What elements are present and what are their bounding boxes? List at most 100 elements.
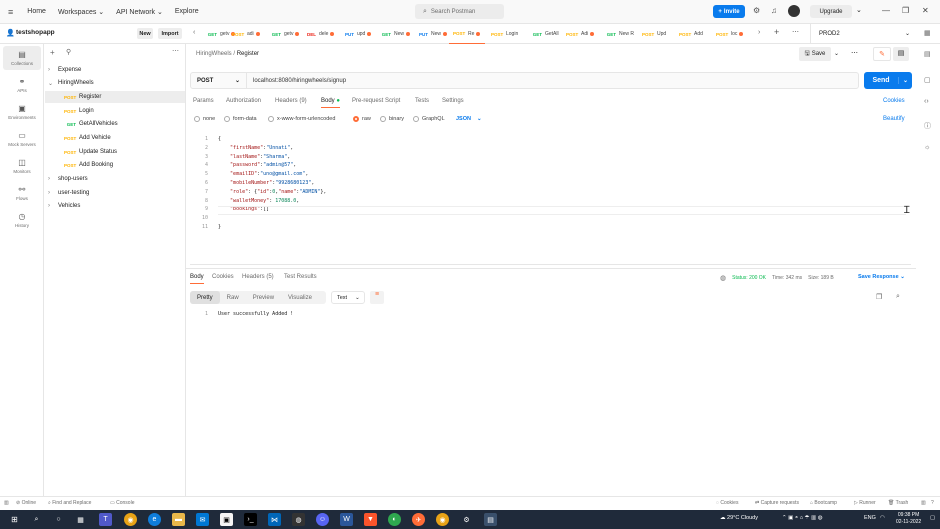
find-replace[interactable]: ⌕ Find and Replace [48, 500, 91, 506]
nav-workspaces[interactable]: Workspaces ⌄ [58, 8, 104, 16]
trash[interactable]: 🗑 Trash [888, 500, 908, 506]
request-register[interactable]: POST Register [45, 91, 185, 103]
radio-urlencoded[interactable]: x-www-form-urlencoded [268, 116, 335, 122]
rail-mock-servers[interactable]: ▭ Mock Servers [3, 127, 41, 151]
chevron-left-icon[interactable]: ‹ [193, 29, 195, 36]
view-pretty[interactable]: Pretty [190, 291, 220, 304]
chevron-down-icon[interactable]: ⌄ [834, 50, 839, 57]
response-format-select[interactable]: Text ⌄ [331, 291, 365, 304]
request-update-status[interactable]: POST Update Status [64, 146, 117, 158]
save-response-button[interactable]: Save Response ⌄ [858, 274, 905, 280]
cortana-icon[interactable]: ○ [52, 513, 65, 526]
vscode-icon[interactable]: ⋈ [268, 513, 281, 526]
tab-authorization[interactable]: Authorization [226, 98, 261, 108]
bulb-icon[interactable]: ☼ [924, 144, 930, 151]
comments-icon[interactable]: ▢ [924, 76, 931, 84]
sidebar-toggle-icon[interactable]: ▥ [4, 500, 9, 506]
wrap-lines-icon[interactable]: ≡ [370, 291, 384, 304]
weather-widget[interactable]: ☁ 29°C Cloudy [720, 515, 758, 521]
radio-graphql[interactable]: GraphQL [413, 116, 445, 122]
more-icon[interactable]: ⋯ [851, 49, 858, 57]
tab-11[interactable]: GET New R [600, 24, 634, 44]
tab-5[interactable]: GET New [375, 24, 411, 44]
statusbar-cookies[interactable]: ◌ Cookies [716, 500, 738, 506]
rail-monitors[interactable]: ◫ Monitors [3, 154, 41, 178]
tab-settings[interactable]: Settings [442, 98, 464, 108]
teams-icon[interactable]: T [99, 513, 112, 526]
postman-icon[interactable]: ✈ [412, 513, 425, 526]
nav-home[interactable]: Home [27, 8, 46, 15]
tab-1[interactable]: POST adi [228, 24, 260, 44]
chrome-icon[interactable]: ◉ [124, 513, 137, 526]
new-button[interactable]: New [137, 28, 153, 39]
tab-7-active[interactable]: POST Re [449, 24, 485, 44]
help-icon[interactable]: ? [931, 500, 934, 506]
save-button[interactable]: 🖫 Save [799, 47, 831, 61]
taskbar-search-icon[interactable]: ⌕ [30, 513, 43, 526]
search-icon[interactable]: ⌕ [896, 293, 900, 301]
runner[interactable]: ▷ Runner [854, 500, 876, 506]
windows-start-icon[interactable]: ⊞ [8, 513, 21, 526]
app-icon[interactable]: ◍ [292, 513, 305, 526]
collection-shop-users[interactable]: › shop-users [48, 173, 88, 185]
notification-icon[interactable]: ▢ [930, 515, 935, 521]
tab-params[interactable]: Params [193, 98, 214, 108]
environment-quicklook-icon[interactable]: ▦ [924, 29, 931, 37]
request-add-vehicle[interactable]: POST Add Vehicle [64, 132, 111, 144]
chevron-right-icon[interactable]: › [758, 29, 760, 36]
code-icon[interactable]: ‹› [924, 98, 929, 105]
brave-icon[interactable]: ▼ [364, 513, 377, 526]
radio-raw[interactable]: raw [353, 116, 371, 122]
rail-apis[interactable]: ⚭ APIs [3, 73, 41, 97]
discord-icon[interactable]: ☺ [316, 513, 329, 526]
request-login[interactable]: POST Login [64, 105, 94, 117]
rail-history[interactable]: ◷ History [3, 208, 41, 232]
documentation-icon[interactable]: ▤ [924, 50, 931, 58]
maximize-icon[interactable]: ❐ [902, 6, 909, 15]
tab-6[interactable]: PUT New [412, 24, 448, 44]
view-preview[interactable]: Preview [246, 291, 281, 304]
task-view-icon[interactable]: ▦ [74, 513, 87, 526]
menu-icon[interactable]: ≡ [8, 7, 13, 17]
breadcrumb-current[interactable]: Register [237, 51, 259, 57]
tab-9[interactable]: GET GetAll [526, 24, 559, 44]
upgrade-button[interactable]: Upgrade [810, 5, 852, 18]
capture-requests[interactable]: ⇄ Capture requests [755, 500, 799, 506]
settings-icon[interactable]: ⚙ [460, 513, 473, 526]
url-input[interactable]: localhost:8080/hiringwheels/signup [247, 78, 346, 84]
close-icon[interactable]: ✕ [922, 6, 929, 15]
store-icon[interactable]: ▣ [220, 513, 233, 526]
method-select[interactable]: POST ⌄ [191, 73, 247, 88]
online-status[interactable]: ⊘ Online [16, 500, 36, 506]
nav-api-network[interactable]: API Network ⌄ [116, 8, 163, 16]
bootcamp[interactable]: ⌂ Bootcamp [810, 500, 837, 506]
terminal-icon[interactable]: ›_ [244, 513, 257, 526]
radio-form-data[interactable]: form-data [224, 116, 257, 122]
request-add-booking[interactable]: POST Add Booking [64, 159, 113, 171]
doc-view-icon[interactable]: ▤ [893, 47, 909, 61]
collection-expense[interactable]: › Expense [48, 64, 81, 76]
nav-explore[interactable]: Explore [175, 8, 199, 15]
collection-hiringwheels[interactable]: ⌄ HiringWheels [48, 77, 94, 89]
chevron-down-icon[interactable]: ⌄ [898, 77, 912, 84]
resp-tab-cookies[interactable]: Cookies [212, 274, 234, 284]
copy-icon[interactable]: ❐ [876, 293, 882, 301]
avatar[interactable] [788, 5, 800, 17]
info-icon[interactable]: ⓘ [924, 121, 931, 131]
filter-icon[interactable]: ⚲ [66, 48, 71, 56]
layout-icon[interactable]: ▥ [921, 500, 926, 506]
edge-icon[interactable]: e [148, 513, 161, 526]
tab-pre-request-script[interactable]: Pre-request Script [352, 98, 400, 108]
gear-icon[interactable]: ⚙ [753, 6, 760, 15]
more-tabs-icon[interactable]: ⋯ [792, 28, 799, 36]
resp-tab-body[interactable]: Body [190, 274, 204, 284]
invite-button[interactable]: + Invite [713, 5, 745, 18]
chevron-down-icon[interactable]: ⌄ [856, 6, 862, 14]
rail-environments[interactable]: ▣ Environments [3, 100, 41, 124]
minimize-icon[interactable]: — [882, 6, 890, 15]
cookies-link[interactable]: Cookies [883, 98, 905, 104]
collection-user-testing[interactable]: › user-testing [48, 187, 89, 199]
mail-icon[interactable]: ✉ [196, 513, 209, 526]
more-icon[interactable]: ⋯ [172, 47, 179, 55]
tab-3[interactable]: DEL dele [300, 24, 335, 44]
